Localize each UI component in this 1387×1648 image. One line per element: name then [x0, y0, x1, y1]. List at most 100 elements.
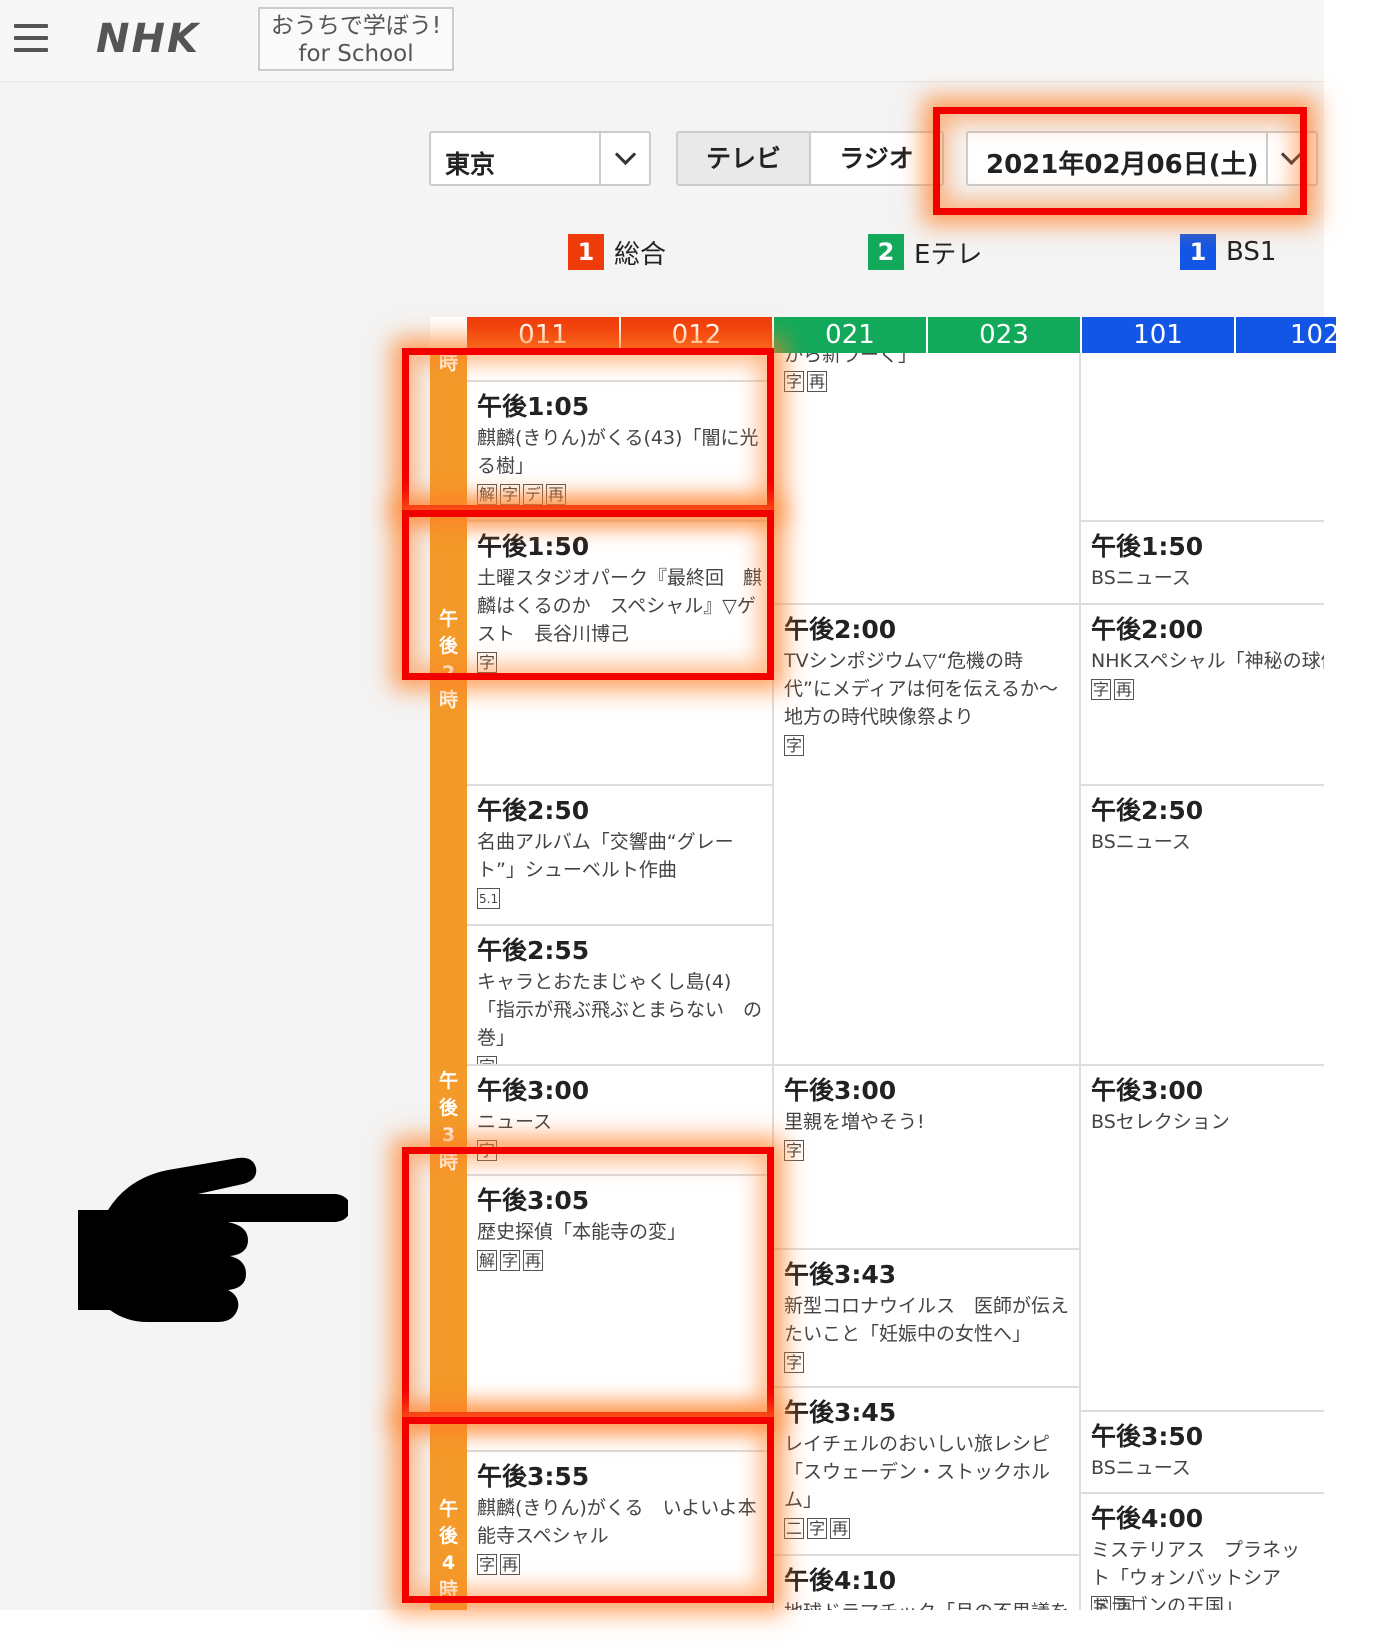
- tag-badge: 5.1: [477, 888, 501, 909]
- program-time: 午後3:50: [1091, 1422, 1204, 1451]
- tag-badge: 字: [1091, 1596, 1112, 1610]
- tag-badge: 字: [784, 1352, 805, 1373]
- chevron-down-icon: [614, 143, 637, 166]
- school-badge-link[interactable]: おうちで学ぼう! for School: [258, 7, 454, 71]
- nhk-logo[interactable]: NHK: [96, 16, 200, 62]
- program-cell[interactable]: 午後3:50 BSニュース: [1081, 1410, 1324, 1492]
- program-tags: 字: [784, 1352, 1069, 1373]
- date-select[interactable]: 2021年02月06日(土): [966, 131, 1318, 186]
- area-select[interactable]: 東京: [429, 131, 651, 186]
- time-column: 時 午後2時 午後3時 午後4時: [430, 350, 467, 1610]
- program-title: BSニュース: [1091, 567, 1191, 589]
- tag-badge: 再: [1114, 1596, 1135, 1610]
- date-select-value: 2021年02月06日(土): [986, 150, 1259, 180]
- program-cell[interactable]: 午後3:55 麒麟(きりん)がくる いよいよ本能寺スペシャル 字 再: [467, 1450, 772, 1610]
- program-time: 午後4:10: [784, 1566, 897, 1595]
- channel-number-badge: 1: [568, 234, 604, 270]
- hour-label: 午後3時: [438, 1070, 458, 1173]
- program-tags: 字: [477, 1056, 762, 1064]
- program-cell[interactable]: 午後3:00 ニュース 字: [467, 1064, 772, 1174]
- school-badge-line1: おうちで学ぼう!: [270, 13, 442, 39]
- program-title: 地球ドラマチック「月の不思議を巡: [784, 1598, 1069, 1610]
- tag-badge: 字: [477, 652, 498, 673]
- program-title: 里親を増やそう!: [784, 1111, 925, 1133]
- hour-label: 午後4時: [438, 1498, 458, 1601]
- program-tags: 字 再: [477, 1554, 762, 1575]
- tag-badge: 解: [477, 484, 498, 505]
- program-cell[interactable]: 午後4:00 ミステリアス プラネット「ウォンバットシア ドラゴンの王国」 字 …: [1081, 1492, 1324, 1610]
- program-title: ニュース: [477, 1111, 553, 1133]
- program-time: 午後3:05: [477, 1186, 590, 1215]
- program-title: BSセレクション: [1091, 1111, 1230, 1133]
- hamburger-menu-icon[interactable]: [14, 24, 48, 52]
- tag-badge: 字: [477, 1140, 498, 1161]
- program-title: BSニュース: [1091, 1457, 1191, 1479]
- area-select-value: 東京: [445, 150, 496, 179]
- program-tags: 字: [477, 652, 762, 673]
- channel-name: Eテレ: [914, 239, 983, 270]
- program-title: キャラとおたまじゃくし島(4)「指示が飛ぶ飛ぶとまらない の巻」: [477, 971, 763, 1049]
- program-time: 午後4:00: [1091, 1504, 1204, 1533]
- program-time: 午後3:43: [784, 1260, 897, 1289]
- program-time: 午後2:50: [477, 796, 590, 825]
- program-cell[interactable]: 午後3:05 歴史探偵「本能寺の変」 解 字 再: [467, 1174, 772, 1450]
- tag-badge: 字: [477, 1056, 498, 1064]
- tag-badge: 再: [500, 1554, 521, 1575]
- tag-badge: 字: [500, 1250, 521, 1271]
- channel-number-badge: 1: [1180, 234, 1216, 270]
- program-tags: 字 再: [784, 371, 1069, 392]
- subchannel-header[interactable]: 012: [621, 317, 774, 353]
- tag-badge: 字: [500, 484, 521, 505]
- tag-badge: 字: [477, 1554, 498, 1575]
- tag-badge: 再: [807, 371, 828, 392]
- program-time: 午後2:00: [784, 615, 897, 644]
- program-title: 麒麟(きりん)がくる(43)「闇に光る樹」: [477, 427, 759, 477]
- program-cell[interactable]: 午後4:10 地球ドラマチック「月の不思議を巡: [774, 1554, 1079, 1610]
- tag-badge: 再: [523, 1250, 544, 1271]
- tag-badge: 解: [477, 1250, 498, 1271]
- program-cell[interactable]: 午後1:50 土曜スタジオパーク『最終回 麒麟はくるのか スペシャル』▽ゲスト …: [467, 520, 772, 784]
- program-cell[interactable]: 午後3:00 BSセレクション: [1081, 1064, 1324, 1410]
- program-time: 午後3:00: [1091, 1076, 1204, 1105]
- program-cell[interactable]: 午後2:50 名曲アルバム「交響曲“グレート”」シューベルト作曲 5.1: [467, 784, 772, 924]
- program-cell[interactable]: 午後3:45 レイチェルのおいしい旅レシピ「スウェーデン・ストックホルム」 二 …: [774, 1386, 1079, 1554]
- program-cell[interactable]: から新ラーく」 字 再: [774, 353, 1079, 603]
- program-time: 午後3:55: [477, 1462, 590, 1491]
- subchannel-header[interactable]: 102: [1236, 317, 1340, 353]
- program-time: 午後1:50: [1091, 532, 1204, 561]
- program-cell[interactable]: 午後2:00 TVシンポジウム▽“危機の時代”にメディアは何を伝えるか〜地方の時…: [774, 603, 1079, 1064]
- channel-label-sogo: 1 総合: [568, 233, 666, 271]
- tag-badge: 再: [830, 1518, 851, 1539]
- program-tags: 解 字 再: [477, 1250, 762, 1271]
- subchannel-header[interactable]: 021: [774, 317, 928, 353]
- program-title: レイチェルのおいしい旅レシピ「スウェーデン・ストックホルム」: [784, 1433, 1051, 1511]
- tab-radio[interactable]: ラジオ: [811, 133, 942, 184]
- program-cell[interactable]: 午後3:00 里親を増やそう! 字: [774, 1064, 1079, 1248]
- tag-badge: 再: [1114, 679, 1135, 700]
- program-tags: 字: [477, 1140, 762, 1161]
- program-title: 名曲アルバム「交響曲“グレート”」シューベルト作曲: [477, 831, 734, 881]
- channel-name: 総合: [614, 239, 667, 270]
- program-cell[interactable]: 午後3:43 新型コロナウイルス 医師が伝えたいこと「妊娠中の女性へ」 字: [774, 1248, 1079, 1386]
- program-tags: 解 字 デ 再: [477, 484, 762, 505]
- program-cell[interactable]: 午後2:55 キャラとおたまじゃくし島(4)「指示が飛ぶ飛ぶとまらない の巻」 …: [467, 924, 772, 1064]
- program-tags: 字: [784, 735, 1069, 756]
- tag-badge: 字: [784, 735, 805, 756]
- program-cell[interactable]: 午後2:50 BSニュース: [1081, 784, 1324, 1064]
- subchannel-header[interactable]: 101: [1082, 317, 1236, 353]
- hour-label: 時: [438, 352, 458, 374]
- channel-label-bs1: 1 BS1: [1180, 233, 1276, 271]
- tag-badge: 字: [1091, 679, 1112, 700]
- subchannel-header[interactable]: 011: [467, 317, 621, 353]
- program-title: 新型コロナウイルス 医師が伝えたいこと「妊娠中の女性へ」: [784, 1295, 1070, 1345]
- tag-badge: 再: [546, 484, 567, 505]
- program-tags: 二 字 再: [784, 1518, 1069, 1539]
- program-title: ミステリアス プラネット「ウォンバットシア ドラゴンの王国」: [1091, 1539, 1301, 1610]
- program-cell[interactable]: 午後2:00 NHKスペシャル「神秘の球体マリモ〜北海道 阿寒湖の奇跡〜 字 再: [1081, 603, 1324, 784]
- subchannel-header[interactable]: 023: [928, 317, 1082, 353]
- tab-tv[interactable]: テレビ: [678, 133, 811, 184]
- program-title: TVシンポジウム▽“危機の時代”にメディアは何を伝えるか〜地方の時代映像祭より: [784, 650, 1058, 728]
- program-cell[interactable]: 午後1:05 麒麟(きりん)がくる(43)「闇に光る樹」 解 字 デ 再: [467, 380, 772, 514]
- program-cell[interactable]: 午後1:50 BSニュース: [1081, 520, 1324, 603]
- tag-badge: 字: [807, 1518, 828, 1539]
